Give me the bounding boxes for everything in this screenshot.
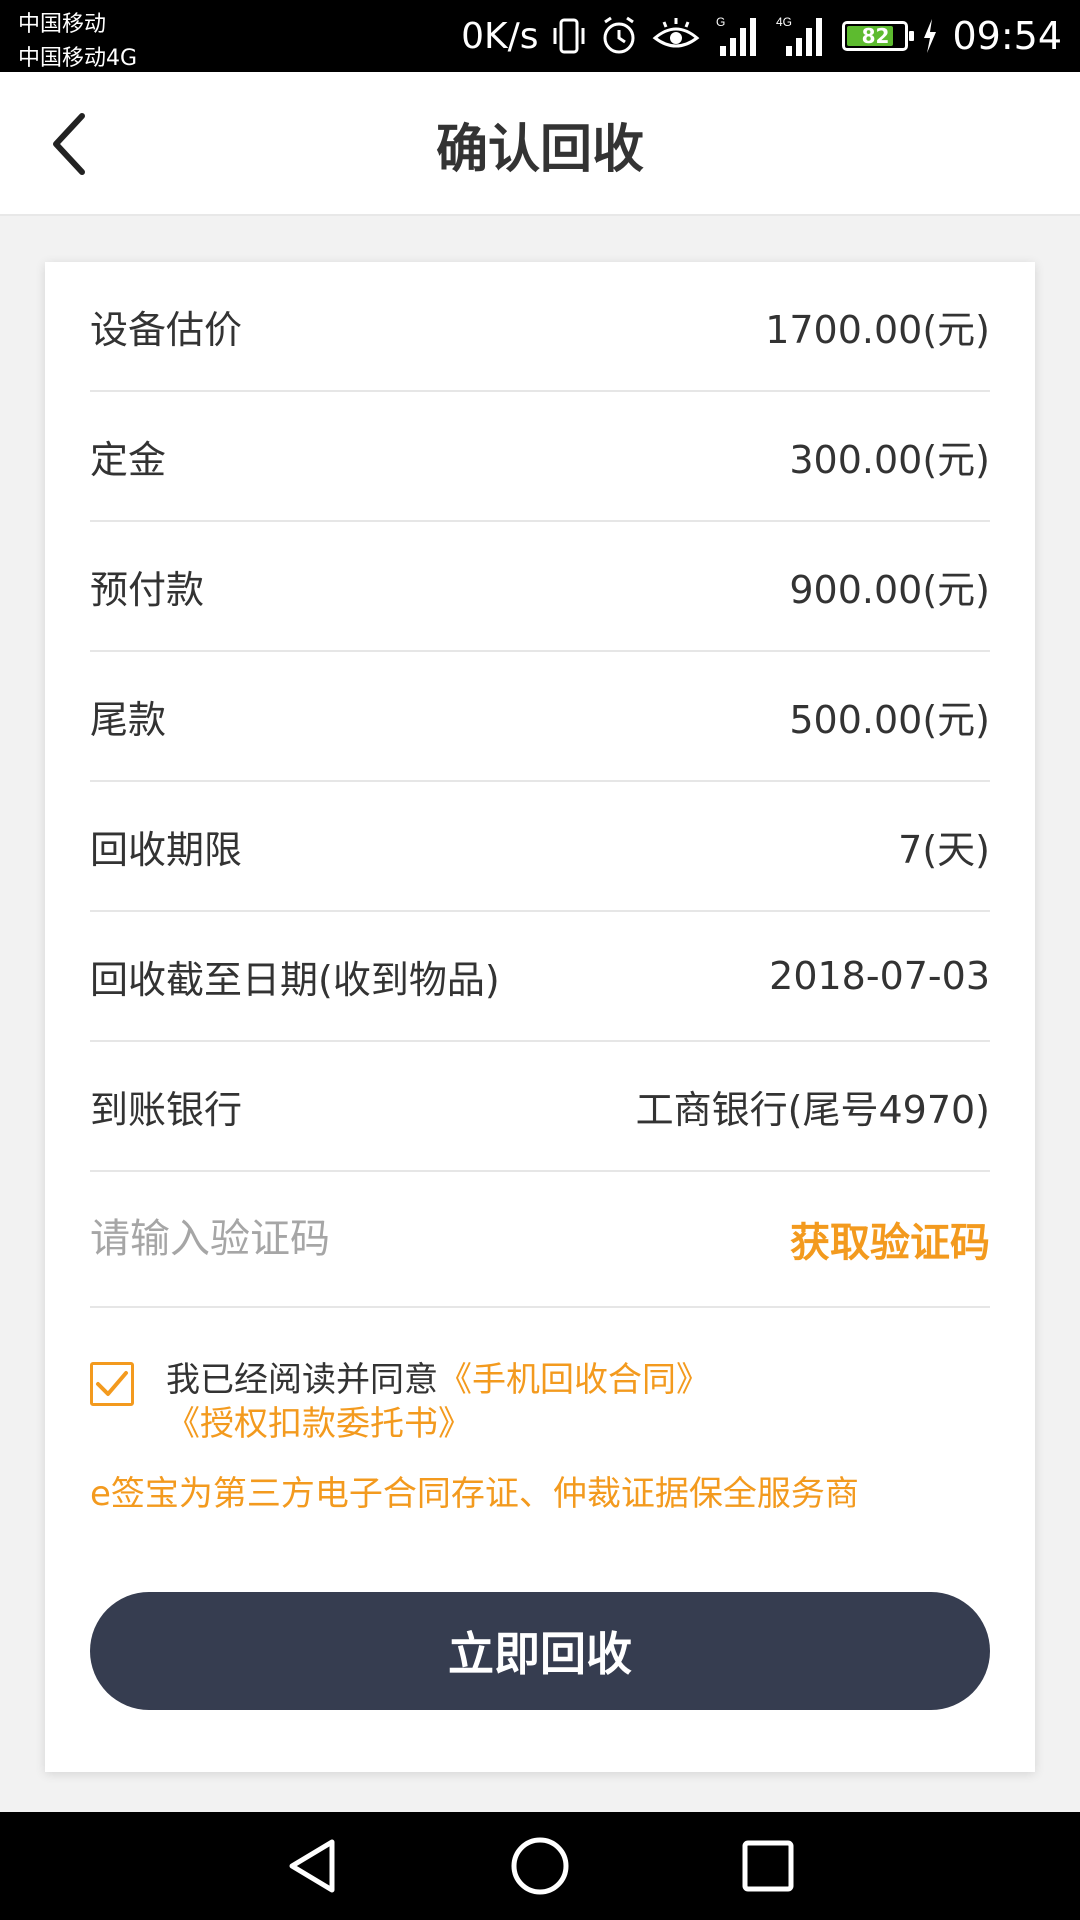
carrier-secondary: 中国移动4G [18,46,138,71]
eye-comfort-icon [652,16,700,56]
row-label: 预付款 [90,567,205,612]
detail-row-deposit: 定金 300.00(元) [90,392,990,522]
signal-g-icon: G [714,14,762,58]
battery-icon: 82 [842,21,915,51]
nav-bar: 确认回收 [0,72,1080,216]
home-circle-icon[interactable] [510,1836,570,1896]
recents-square-icon[interactable] [740,1838,796,1894]
agreement-prefix: 我已经阅读并同意 [166,1360,438,1400]
clock: 09:54 [952,14,1062,58]
row-label: 回收期限 [90,827,243,872]
debit-authorization-link[interactable]: 《授权扣款委托书》 [166,1404,472,1444]
charging-icon [922,19,938,53]
alarm-icon [600,16,638,56]
page-title: 确认回收 [435,119,644,180]
detail-list: 设备估价 1700.00(元) 定金 300.00(元) 预付款 900.00(… [90,262,990,1516]
svg-text:4G: 4G [776,15,792,29]
row-value: 工商银行(尾号4970) [635,1087,990,1132]
row-label: 回收截至日期(收到物品) [90,957,500,1002]
row-label: 设备估价 [90,307,243,352]
agreement-block: 我已经阅读并同意《手机回收合同》《授权扣款委托书》 e签宝为第三方电子合同存证、… [90,1358,990,1516]
row-label: 尾款 [90,697,167,742]
vibrate-icon [552,16,586,56]
verification-row: 获取验证码 [90,1172,990,1308]
status-bar: 中国移动 中国移动4G 0K/s G 4G 82 09:54 [0,0,1080,72]
row-value: 1700.00(元) [765,307,990,352]
detail-row-estimate: 设备估价 1700.00(元) [90,262,990,392]
detail-row-balance: 尾款 500.00(元) [90,652,990,782]
battery-level: 82 [861,24,890,48]
row-label: 定金 [90,437,167,482]
recycle-contract-link[interactable]: 《手机回收合同》 [438,1360,710,1400]
recycle-summary-card: 设备估价 1700.00(元) 定金 300.00(元) 预付款 900.00(… [45,262,1035,1772]
svg-text:G: G [716,15,725,29]
recycle-now-button[interactable]: 立即回收 [90,1592,990,1710]
status-icons: 0K/s G 4G 82 09:54 [461,0,1062,72]
agreement-checkbox[interactable] [90,1362,134,1406]
checkmark-icon [96,1371,128,1396]
detail-row-bank: 到账银行 工商银行(尾号4970) [90,1042,990,1172]
carrier-primary: 中国移动 [18,12,107,37]
network-speed: 0K/s [461,15,539,57]
detail-row-period: 回收期限 7(天) [90,782,990,912]
system-nav-bar [0,1812,1080,1920]
row-label: 到账银行 [90,1087,243,1132]
row-value: 500.00(元) [789,697,990,742]
detail-row-deadline: 回收截至日期(收到物品) 2018-07-03 [90,912,990,1042]
row-value: 300.00(元) [789,437,990,482]
verification-code-input[interactable] [90,1216,690,1262]
signal-4g-icon: 4G [776,14,828,58]
row-value: 900.00(元) [789,567,990,612]
row-value: 7(天) [898,827,990,872]
detail-row-prepayment: 预付款 900.00(元) [90,522,990,652]
esign-note: e签宝为第三方电子合同存证、仲裁证据保全服务商 [90,1474,859,1514]
back-triangle-icon[interactable] [284,1836,340,1896]
row-value: 2018-07-03 [769,954,990,998]
get-code-button[interactable]: 获取验证码 [790,1210,990,1268]
